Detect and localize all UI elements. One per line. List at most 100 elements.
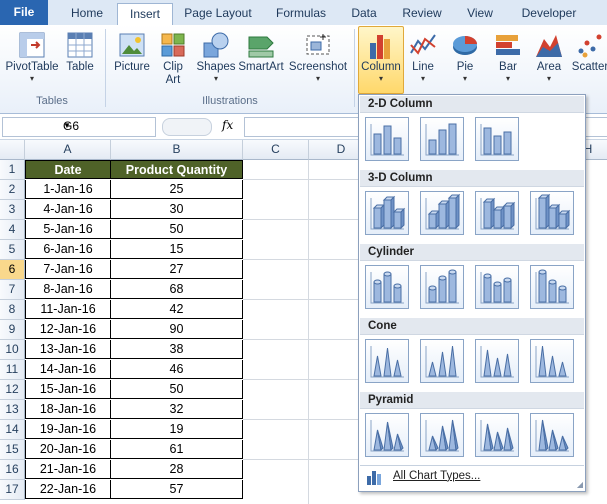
column-header-b[interactable]: B xyxy=(111,140,243,160)
cell-product-quantity[interactable]: 42 xyxy=(111,300,243,319)
cell-product-quantity[interactable]: 32 xyxy=(111,400,243,419)
cell-product-quantity[interactable]: 50 xyxy=(111,380,243,399)
row-header[interactable]: 15 xyxy=(0,440,25,460)
stacked-pyramid-thumbnail[interactable] xyxy=(420,413,464,457)
cell-product-quantity[interactable]: 38 xyxy=(111,340,243,359)
chevron-down-icon[interactable]: ▼ xyxy=(63,121,153,130)
cell-product-quantity[interactable]: 15 xyxy=(111,240,243,259)
row-header[interactable]: 16 xyxy=(0,460,25,480)
clustered-cone-thumbnail[interactable] xyxy=(365,339,409,383)
table-header-product-quantity[interactable]: Product Quantity xyxy=(111,160,243,179)
cell-product-quantity[interactable]: 90 xyxy=(111,320,243,339)
row-header-selected[interactable]: 6 xyxy=(0,260,25,280)
screenshot-button[interactable]: Screenshot ▾ xyxy=(287,27,349,83)
cell-date[interactable]: 1-Jan-16 xyxy=(25,180,111,199)
cell-date[interactable]: 18-Jan-16 xyxy=(25,400,111,419)
cell-date[interactable]: 14-Jan-16 xyxy=(25,360,111,379)
picture-button[interactable]: Picture xyxy=(111,27,153,74)
cell-product-quantity[interactable]: 50 xyxy=(111,220,243,239)
cell-date[interactable]: 7-Jan-16 xyxy=(25,260,111,279)
select-all-corner[interactable] xyxy=(0,140,25,160)
row-header[interactable]: 9 xyxy=(0,320,25,340)
3d-stacked-column-thumbnail[interactable] xyxy=(420,191,464,235)
area-chart-button[interactable]: Area ▾ xyxy=(530,27,568,83)
clustered-cylinder-thumbnail[interactable] xyxy=(365,265,409,309)
stacked-cylinder-thumbnail[interactable] xyxy=(420,265,464,309)
tab-view[interactable]: View xyxy=(458,3,502,24)
name-box[interactable]: G6 ▼ xyxy=(2,117,156,137)
insert-function-icon[interactable]: fx xyxy=(222,118,233,132)
cell-date[interactable]: 19-Jan-16 xyxy=(25,420,111,439)
tab-home[interactable]: Home xyxy=(61,3,113,24)
tab-formulas[interactable]: Formulas xyxy=(268,3,334,24)
cell-date[interactable]: 15-Jan-16 xyxy=(25,380,111,399)
cell-product-quantity[interactable]: 27 xyxy=(111,260,243,279)
smartart-button[interactable]: SmartArt xyxy=(238,27,284,74)
cell-date[interactable]: 12-Jan-16 xyxy=(25,320,111,339)
stacked-cone-thumbnail[interactable] xyxy=(420,339,464,383)
formula-bar-resize-handle[interactable] xyxy=(162,118,212,136)
cell-product-quantity[interactable]: 28 xyxy=(111,460,243,479)
cell-date[interactable]: 13-Jan-16 xyxy=(25,340,111,359)
cell-product-quantity[interactable]: 57 xyxy=(111,480,243,499)
table-header-date[interactable]: Date xyxy=(25,160,111,179)
3d-pyramid-thumbnail[interactable] xyxy=(530,413,574,457)
column-header-c[interactable]: C xyxy=(243,140,309,160)
bar-chart-button[interactable]: Bar ▾ xyxy=(489,27,527,83)
column-header-a[interactable]: A xyxy=(25,140,111,160)
column-chart-button[interactable]: Column ▾ xyxy=(358,26,404,94)
cell-product-quantity[interactable]: 19 xyxy=(111,420,243,439)
cell-product-quantity[interactable]: 30 xyxy=(111,200,243,219)
3d-cylinder-thumbnail[interactable] xyxy=(530,265,574,309)
all-chart-types-link[interactable]: All Chart Types... xyxy=(393,470,480,482)
cell-date[interactable]: 20-Jan-16 xyxy=(25,440,111,459)
resize-grip-icon[interactable]: ◢ xyxy=(577,480,583,489)
100-stacked-cylinder-thumbnail[interactable] xyxy=(475,265,519,309)
tab-data[interactable]: Data xyxy=(342,3,386,24)
clustered-column-thumbnail[interactable] xyxy=(365,117,409,161)
3d-cone-thumbnail[interactable] xyxy=(530,339,574,383)
scatter-chart-button[interactable]: Scatter xyxy=(570,27,607,74)
row-header[interactable]: 4 xyxy=(0,220,25,240)
stacked-column-thumbnail[interactable] xyxy=(420,117,464,161)
cell-date[interactable]: 11-Jan-16 xyxy=(25,300,111,319)
clip-art-button[interactable]: Clip Art xyxy=(158,27,188,87)
cell-product-quantity[interactable]: 25 xyxy=(111,180,243,199)
tab-developer[interactable]: Developer xyxy=(514,3,584,24)
table-button[interactable]: Table xyxy=(62,27,98,74)
row-header[interactable]: 5 xyxy=(0,240,25,260)
row-header[interactable]: 8 xyxy=(0,300,25,320)
clustered-pyramid-thumbnail[interactable] xyxy=(365,413,409,457)
row-header[interactable]: 1 xyxy=(0,160,25,180)
tab-page-layout[interactable]: Page Layout xyxy=(178,3,258,24)
3d-clustered-column-thumbnail[interactable] xyxy=(365,191,409,235)
100-stacked-pyramid-thumbnail[interactable] xyxy=(475,413,519,457)
cell-product-quantity[interactable]: 68 xyxy=(111,280,243,299)
row-header[interactable]: 11 xyxy=(0,360,25,380)
100-stacked-column-thumbnail[interactable] xyxy=(475,117,519,161)
row-header[interactable]: 13 xyxy=(0,400,25,420)
cell-date[interactable]: 21-Jan-16 xyxy=(25,460,111,479)
row-header[interactable]: 3 xyxy=(0,200,25,220)
3d-100-stacked-column-thumbnail[interactable] xyxy=(475,191,519,235)
tab-review[interactable]: Review xyxy=(396,3,448,24)
cell-date[interactable]: 22-Jan-16 xyxy=(25,480,111,499)
cell-product-quantity[interactable]: 61 xyxy=(111,440,243,459)
cell-date[interactable]: 8-Jan-16 xyxy=(25,280,111,299)
pivottable-button[interactable]: PivotTable ▾ xyxy=(4,27,60,83)
3d-column-thumbnail[interactable] xyxy=(530,191,574,235)
cell-date[interactable]: 5-Jan-16 xyxy=(25,220,111,239)
tab-file[interactable]: File xyxy=(0,0,48,25)
shapes-button[interactable]: Shapes ▾ xyxy=(194,27,238,83)
line-chart-button[interactable]: Line ▾ xyxy=(404,27,442,83)
100-stacked-cone-thumbnail[interactable] xyxy=(475,339,519,383)
row-header[interactable]: 7 xyxy=(0,280,25,300)
cell-date[interactable]: 6-Jan-16 xyxy=(25,240,111,259)
row-header[interactable]: 17 xyxy=(0,480,25,500)
pie-chart-button[interactable]: Pie ▾ xyxy=(446,27,484,83)
tab-insert[interactable]: Insert xyxy=(117,3,173,26)
row-header[interactable]: 14 xyxy=(0,420,25,440)
row-header[interactable]: 12 xyxy=(0,380,25,400)
row-header[interactable]: 10 xyxy=(0,340,25,360)
row-header[interactable]: 2 xyxy=(0,180,25,200)
